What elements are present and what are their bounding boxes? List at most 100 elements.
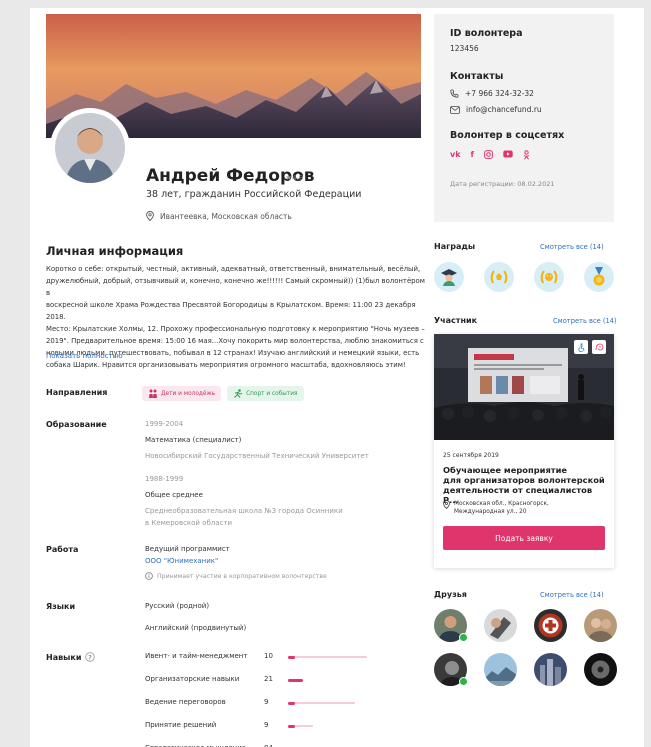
people-icon [149, 389, 157, 398]
work-company-link[interactable]: ООО "Юнимеханик" [145, 557, 218, 565]
skill-value: 10 [264, 652, 273, 660]
award-graduate-icon[interactable] [434, 262, 464, 292]
education-label: Образование [46, 420, 107, 429]
avatar[interactable] [50, 108, 130, 188]
phone-text: +7 966 324-32-32 [465, 89, 534, 98]
email-text: info@chancefund.ru [466, 105, 542, 114]
education-years: 1988-1999 [145, 475, 184, 483]
skill-bar-fill [288, 701, 295, 705]
award-medal-icon[interactable] [584, 262, 614, 292]
rating-value: 4.9 [292, 174, 304, 182]
event-location-line: Московская обл., Красногорск, [454, 501, 549, 507]
about-line: Коротко о себе: открытый, честный, актив… [46, 265, 421, 273]
work-note: Принимает участие в корпоративном волонт… [145, 572, 327, 580]
skill-name: Ведение переговоров [145, 698, 226, 706]
participant-see-all-link[interactable]: Смотреть все (14) [553, 317, 617, 325]
friend-avatar[interactable] [484, 653, 517, 686]
tag-label: Дети и молодёжь [161, 390, 216, 397]
friend-avatar[interactable] [584, 653, 617, 686]
volunteer-id-title: ID волонтера [450, 28, 523, 39]
tag-label: Спорт и события [246, 390, 298, 397]
volunteer-info-card: ID волонтера 123456 Контакты +7 966 324-… [434, 14, 614, 222]
skill-name: Организаторские навыки [145, 675, 240, 683]
education-place: Новосибирский Государственный Технически… [145, 452, 369, 460]
friend-avatar[interactable] [584, 609, 617, 642]
profile-page: Андрей Федоров ★4.9 38 лет, гражданин Ро… [30, 8, 644, 747]
event-card[interactable]: 25 сентября 2019 Обучающее мероприятие д… [434, 334, 614, 568]
rating: ★4.9 [285, 173, 303, 182]
about-line: дружелюбный, добрый, отзывчивый и, конеч… [46, 277, 425, 297]
odnoklassniki-icon[interactable] [523, 150, 530, 162]
runner-icon [234, 389, 243, 398]
education-place-region: в Кемеровской области [145, 519, 233, 527]
phone-icon [450, 89, 459, 98]
friends-see-all-link[interactable]: Смотреть все (14) [540, 591, 604, 599]
event-location: Московская обл., Красногорск, Международ… [443, 500, 549, 516]
skill-row: Ведение переговоров 9 [145, 698, 445, 721]
language-item: Английский (продвинутый) [145, 624, 247, 632]
skill-row: Организаторские навыки 21 [145, 675, 445, 698]
volunteer-id: 123456 [450, 44, 479, 53]
skill-bar [288, 655, 368, 659]
social-title: Волонтер в соцсетях [450, 130, 565, 141]
skill-name: Ивент- и тайм-менеджмент [145, 652, 248, 660]
about-line: собака Шарик. Нравится организовывать ме… [46, 361, 406, 369]
info-icon [145, 572, 153, 580]
personal-info-title: Личная информация [46, 244, 184, 258]
skill-bar-fill [288, 724, 295, 728]
profile-location: Ивантеевка, Московская область [146, 211, 292, 221]
social-links: vk f [450, 150, 598, 162]
education-degree: Математика (специалист) [145, 436, 242, 444]
direction-tags: Дети и молодёжь Спорт и события [142, 386, 304, 401]
friend-avatar[interactable] [534, 609, 567, 642]
accessibility-icon [574, 340, 588, 354]
facebook-icon[interactable]: f [471, 150, 474, 162]
skill-bar-fill [288, 678, 304, 682]
directions-label: Направления [46, 388, 108, 397]
registration-date: Дата регистрации: 08.02.2021 [450, 180, 555, 188]
work-position: Ведущий программист [145, 545, 230, 553]
event-title[interactable]: Обучающее мероприятие для организаторов … [443, 465, 609, 505]
award-laurel-icon[interactable] [484, 262, 514, 292]
contacts-title: Контакты [450, 71, 504, 82]
skill-value: 9 [264, 698, 269, 706]
about-line: 2019". Предварительное время: 15:00 16 м… [46, 337, 424, 345]
about-line: воскресной школе Храма Рождества Пресвят… [46, 301, 416, 321]
friend-avatar[interactable] [484, 609, 517, 642]
awards-see-all-link[interactable]: Смотреть все (14) [540, 243, 604, 251]
award-emoji-icon[interactable] [534, 262, 564, 292]
apply-button[interactable]: Подать заявку [443, 526, 605, 550]
tag-children-youth[interactable]: Дети и молодёжь [142, 386, 222, 401]
skill-bar [288, 678, 304, 682]
vk-icon[interactable]: vk [450, 150, 461, 162]
event-title-line: для организаторов волонтерской [443, 475, 605, 485]
skill-bar [288, 724, 314, 728]
show-more-link[interactable]: Показать полностью [46, 352, 123, 360]
education-place: Среднеобразовательная школа №3 города Ос… [145, 507, 343, 515]
event-title-line: Обучающее мероприятие [443, 465, 568, 475]
languages-label: Языки [46, 602, 76, 611]
about-line: Место: Крылатские Холмы, 12. Прохожу про… [46, 325, 425, 333]
help-icon[interactable]: ? [85, 652, 96, 662]
friends-title: Друзья [434, 590, 467, 599]
skill-row: Ивент- и тайм-менеджмент 10 [145, 652, 445, 675]
tag-sport-events[interactable]: Спорт и события [227, 386, 304, 401]
language-item: Русский (родной) [145, 602, 210, 610]
work-note-text: Принимает участие в корпоративном волонт… [157, 572, 327, 580]
skills-list: Ивент- и тайм-менеджмент 10 Организаторски… [145, 652, 445, 747]
phone-line[interactable]: +7 966 324-32-32 [450, 89, 598, 98]
location-pin-icon [146, 211, 154, 221]
event-location-line: Международная ул., 20 [454, 509, 527, 515]
online-indicator [459, 677, 468, 686]
friend-avatar[interactable] [534, 653, 567, 686]
youtube-icon[interactable] [503, 150, 513, 162]
skill-bar [288, 701, 356, 705]
instagram-icon[interactable] [484, 150, 493, 162]
participant-title: Участник [434, 316, 477, 325]
email-line[interactable]: info@chancefund.ru [450, 105, 598, 114]
skill-value: 21 [264, 675, 273, 683]
online-indicator [459, 633, 468, 642]
work-label: Работа [46, 545, 79, 554]
mail-icon [450, 105, 460, 114]
awards-title: Награды [434, 242, 476, 251]
